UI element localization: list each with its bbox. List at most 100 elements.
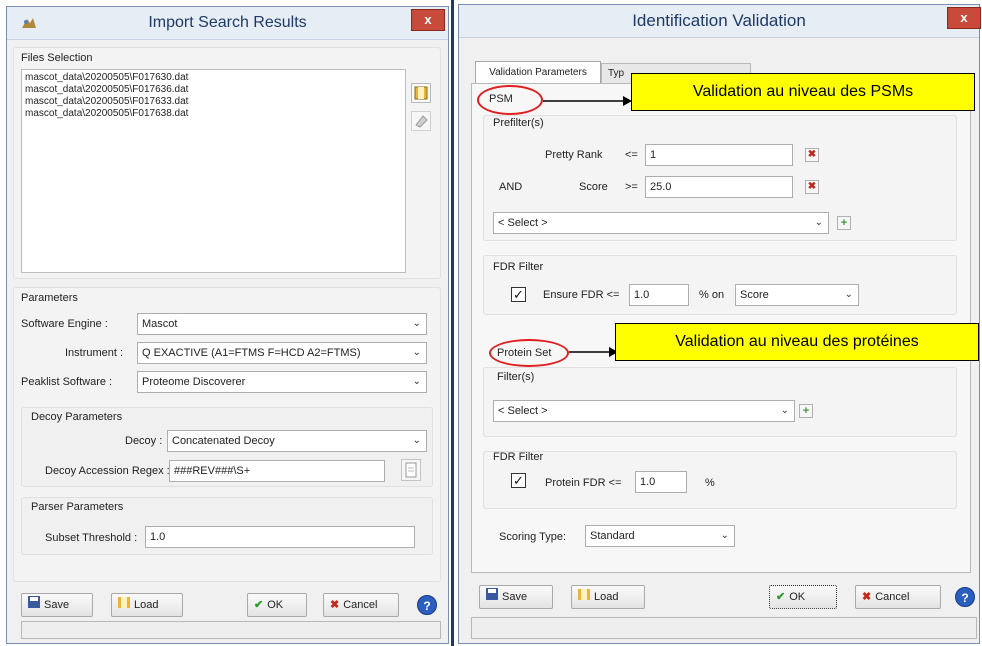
psm-fdr-filter-group bbox=[483, 255, 957, 315]
floppy-disk-icon bbox=[28, 594, 40, 616]
and-label: AND bbox=[499, 181, 523, 193]
protein-fdr-checkbox[interactable]: ✓ bbox=[511, 473, 526, 488]
list-item[interactable]: mascot_data\20200505\F017638.dat bbox=[25, 108, 405, 120]
document-icon bbox=[405, 462, 417, 478]
list-item[interactable]: mascot_data\20200505\F017630.dat bbox=[25, 72, 405, 84]
chevron-down-icon: ⌄ bbox=[844, 289, 853, 300]
subset-threshold-input[interactable]: 1.0 bbox=[145, 526, 415, 548]
fdr-score-value: Score bbox=[740, 289, 769, 301]
tab-validation-parameters[interactable]: Validation Parameters bbox=[475, 61, 601, 83]
decoy-label: Decoy : bbox=[125, 435, 163, 447]
identification-validation-dialog: Identification Validation x Validation P… bbox=[458, 4, 981, 644]
chevron-down-icon: ⌄ bbox=[720, 530, 729, 541]
protein-set-label: Protein Set bbox=[497, 347, 552, 359]
help-button[interactable]: ? bbox=[417, 595, 437, 615]
import-search-results-dialog: Import Search Results x Files Selection … bbox=[6, 6, 449, 644]
load-button[interactable]: Load bbox=[111, 593, 183, 617]
protein-fdr-filter-label: FDR Filter bbox=[493, 451, 544, 463]
chevron-down-icon: ⌄ bbox=[412, 435, 421, 446]
save-button[interactable]: Save bbox=[479, 585, 553, 609]
cancel-button[interactable]: ✖ Cancel bbox=[855, 585, 941, 609]
chevron-down-icon: ⌄ bbox=[412, 376, 421, 387]
arrow-icon bbox=[543, 96, 632, 106]
instrument-select[interactable]: Q EXACTIVE (A1=FTMS F=HCD A2=FTMS) ⌄ bbox=[137, 342, 427, 364]
fdr-score-select[interactable]: Score ⌄ bbox=[735, 284, 859, 306]
pretty-rank-operator: <= bbox=[625, 149, 638, 161]
scoring-type-label: Scoring Type: bbox=[499, 531, 567, 543]
x-icon: ✖ bbox=[862, 591, 872, 604]
remove-pretty-rank-button[interactable]: ✖ bbox=[805, 148, 819, 162]
instrument-label: Instrument : bbox=[65, 347, 124, 359]
cancel-button[interactable]: ✖ Cancel bbox=[323, 593, 399, 617]
ok-label: OK bbox=[789, 591, 806, 603]
protein-filter-select[interactable]: < Select > ⌄ bbox=[493, 400, 795, 422]
psm-filter-select[interactable]: < Select > ⌄ bbox=[493, 212, 829, 234]
score-label: Score bbox=[579, 181, 608, 193]
close-button[interactable]: x bbox=[411, 9, 445, 31]
add-file-button[interactable] bbox=[411, 83, 431, 103]
select-placeholder: < Select > bbox=[498, 217, 548, 229]
folder-icon bbox=[414, 86, 428, 100]
window-separator bbox=[451, 0, 454, 646]
save-label: Save bbox=[502, 591, 528, 603]
ensure-fdr-checkbox[interactable]: ✓ bbox=[511, 287, 526, 302]
help-button[interactable]: ? bbox=[955, 587, 975, 607]
cancel-label: Cancel bbox=[875, 591, 910, 603]
eraser-icon bbox=[415, 115, 428, 128]
decoy-parameters-label: Decoy Parameters bbox=[31, 411, 123, 423]
protein-fdr-input[interactable]: 1.0 bbox=[635, 471, 687, 493]
dialog-title: Identification Validation bbox=[632, 11, 806, 30]
protein-filter-label: Filter(s) bbox=[497, 371, 535, 383]
parser-parameters-label: Parser Parameters bbox=[31, 501, 124, 513]
remove-score-button[interactable]: ✖ bbox=[805, 180, 819, 194]
load-label: Load bbox=[134, 599, 159, 611]
chevron-down-icon: ⌄ bbox=[814, 217, 823, 228]
files-selection-label: Files Selection bbox=[21, 52, 93, 64]
save-label: Save bbox=[44, 599, 70, 611]
decoy-regex-label: Decoy Accession Regex : bbox=[45, 465, 170, 477]
add-protein-filter-button[interactable]: + bbox=[799, 404, 813, 418]
tab-label: Validation Parameters bbox=[489, 67, 587, 78]
cancel-label: Cancel bbox=[343, 599, 378, 611]
status-bar bbox=[471, 617, 977, 639]
status-bar bbox=[21, 621, 441, 639]
ensure-fdr-input[interactable]: 1.0 bbox=[629, 284, 689, 306]
instrument-value: Q EXACTIVE (A1=FTMS F=HCD A2=FTMS) bbox=[142, 347, 361, 359]
ok-label: OK bbox=[267, 599, 284, 611]
protein-fdr-label: Protein FDR <= bbox=[545, 477, 622, 489]
add-filter-button[interactable]: + bbox=[837, 216, 851, 230]
file-list[interactable]: mascot_data\20200505\F017630.dat mascot_… bbox=[21, 69, 406, 273]
psm-label: PSM bbox=[489, 93, 513, 105]
ok-button[interactable]: ✔ OK bbox=[247, 593, 307, 617]
pretty-rank-input[interactable]: 1 bbox=[645, 144, 793, 166]
save-button[interactable]: Save bbox=[21, 593, 93, 617]
folder-icon bbox=[118, 594, 130, 616]
chevron-down-icon: ⌄ bbox=[412, 318, 421, 329]
psm-callout: Validation au niveau des PSMs bbox=[631, 73, 975, 111]
list-item[interactable]: mascot_data\20200505\F017633.dat bbox=[25, 96, 405, 108]
decoy-value: Concatenated Decoy bbox=[172, 435, 275, 447]
chevron-down-icon: ⌄ bbox=[412, 347, 421, 358]
peaklist-software-label: Peaklist Software : bbox=[21, 376, 113, 388]
decoy-select[interactable]: Concatenated Decoy ⌄ bbox=[167, 430, 427, 452]
ok-button[interactable]: ✔ OK bbox=[769, 585, 837, 609]
load-label: Load bbox=[594, 591, 619, 603]
score-input[interactable]: 25.0 bbox=[645, 176, 793, 198]
floppy-disk-icon bbox=[486, 586, 498, 608]
fdr-on-label: % on bbox=[699, 289, 725, 301]
software-engine-label: Software Engine : bbox=[21, 318, 108, 330]
checkmark-icon: ✔ bbox=[254, 599, 264, 612]
parameters-label: Parameters bbox=[21, 292, 78, 304]
software-engine-select[interactable]: Mascot ⌄ bbox=[137, 313, 427, 335]
decoy-regex-input[interactable]: ###REV###\S+ bbox=[169, 460, 385, 482]
pretty-rank-label: Pretty Rank bbox=[545, 149, 603, 161]
load-button[interactable]: Load bbox=[571, 585, 645, 609]
list-item[interactable]: mascot_data\20200505\F017636.dat bbox=[25, 84, 405, 96]
peaklist-software-select[interactable]: Proteome Discoverer ⌄ bbox=[137, 371, 427, 393]
scoring-type-select[interactable]: Standard ⌄ bbox=[585, 525, 735, 547]
regex-help-button[interactable] bbox=[401, 459, 421, 481]
close-button[interactable]: x bbox=[947, 7, 981, 29]
remove-file-button[interactable] bbox=[411, 111, 431, 131]
select-placeholder: < Select > bbox=[498, 405, 548, 417]
dialog-title: Import Search Results bbox=[148, 14, 307, 31]
